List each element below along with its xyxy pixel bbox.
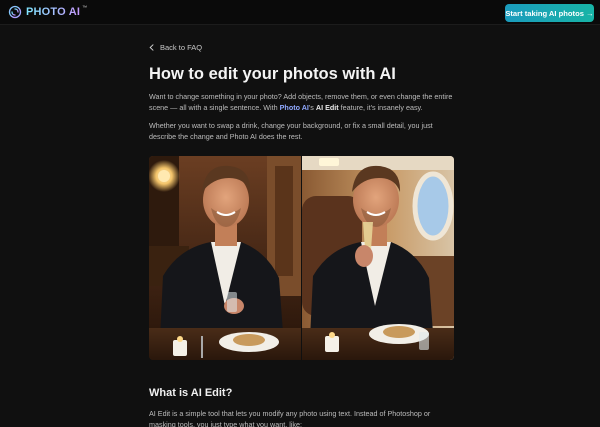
top-navigation-bar: PHOTO AI ™ Start taking AI photos → — [0, 0, 600, 25]
page-title: How to edit your photos with AI — [149, 65, 396, 83]
intro-text-possessive: 's — [308, 103, 316, 113]
logo-trademark: ™ — [82, 5, 88, 11]
intro-text-end: feature, it's insanely easy. — [338, 103, 423, 113]
section-title: What is AI Edit? — [149, 387, 233, 399]
before-photo-panel — [149, 156, 301, 360]
after-photo-panel — [302, 156, 454, 360]
description-paragraph: Whether you want to swap a drink, change… — [149, 121, 433, 142]
before-after-edit-photo — [149, 156, 454, 360]
back-to-faq-link[interactable]: Back to FAQ — [149, 43, 202, 52]
logo-text: PHOTO AI — [26, 6, 81, 18]
photo-ai-link[interactable]: Photo AI — [280, 103, 309, 112]
start-taking-ai-photos-button[interactable]: Start taking AI photos → — [505, 4, 594, 22]
photo-ai-logo[interactable]: PHOTO AI ™ — [8, 5, 89, 19]
ai-edit-strong: AI Edit — [315, 103, 339, 113]
spiral-logo-icon — [8, 5, 22, 19]
intro-paragraph: Want to change something in your photo? … — [149, 91, 455, 113]
chevron-left-icon — [149, 44, 154, 51]
section-paragraph: AI Edit is a simple tool that lets you m… — [149, 409, 431, 427]
back-to-faq-label: Back to FAQ — [160, 43, 203, 52]
